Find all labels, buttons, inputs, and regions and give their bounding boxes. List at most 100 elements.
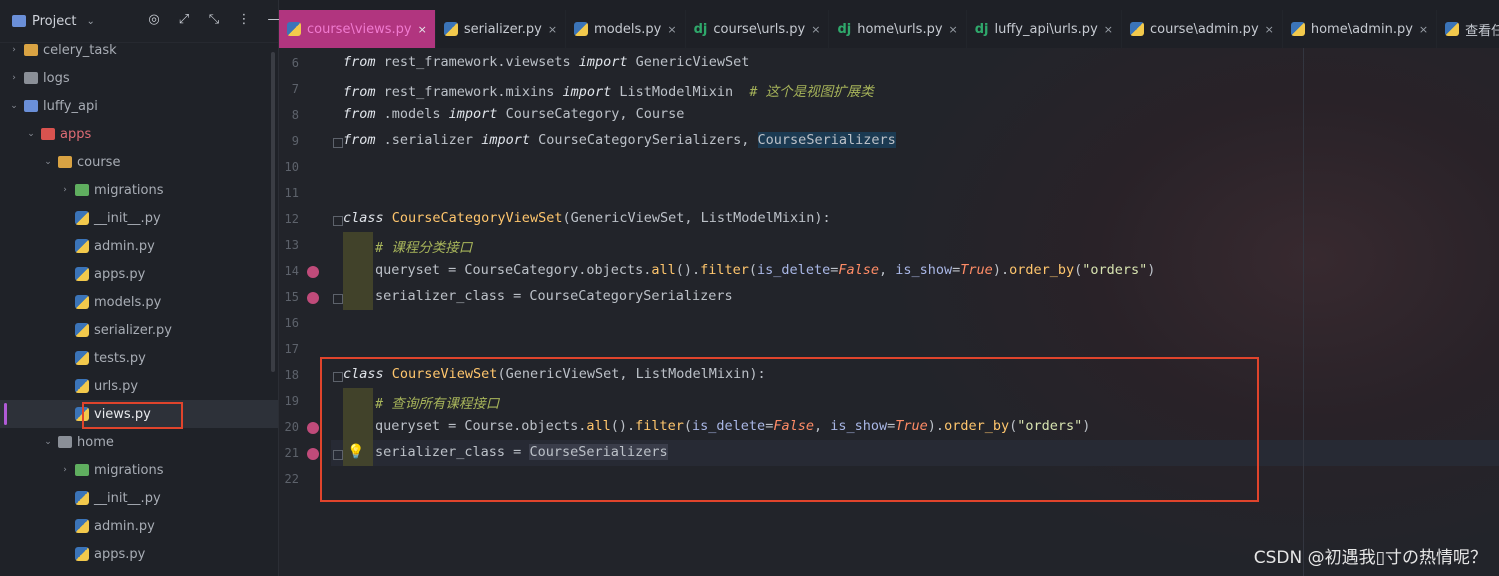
code-line-12: class CourseCategoryViewSet(GenericViewS… (343, 210, 831, 226)
python-file-icon (75, 491, 89, 505)
tree-item-label: logs (43, 70, 70, 86)
line-number: 11 (284, 186, 299, 200)
tree-item-label: luffy_api (43, 98, 98, 114)
chevron-down-icon[interactable]: ⌄ (42, 157, 54, 167)
tab-1[interactable]: serializer.py × (436, 10, 567, 48)
close-icon[interactable]: × (548, 23, 557, 36)
folder-icon (41, 128, 55, 140)
python-file-icon (75, 211, 89, 225)
tree-item[interactable]: __init__.py (0, 204, 278, 232)
tree-item-label: course (77, 154, 121, 170)
expand-icon[interactable]: ⤢ (176, 12, 192, 27)
folder-icon (58, 156, 72, 168)
override-marker-icon[interactable] (307, 266, 319, 278)
options-icon[interactable]: ⋮ (236, 12, 252, 27)
close-icon[interactable]: × (1419, 23, 1428, 36)
tab-label: 查看任务结果.py (1465, 23, 1499, 39)
folder-icon (24, 44, 38, 56)
python-file-icon (75, 295, 89, 309)
tree-item[interactable]: urls.py (0, 372, 278, 400)
project-toolbar: ◎ ⤢ ⤡ ⋮ — (146, 12, 282, 27)
tree-item[interactable]: › migrations (0, 456, 278, 484)
highlight-box (82, 402, 183, 429)
selection-marker (4, 403, 7, 425)
code-line-15: serializer_class = CourseCategorySeriali… (375, 288, 733, 304)
tree-item[interactable]: › migrations (0, 176, 278, 204)
line-number: 15 (284, 290, 299, 304)
tab-4[interactable]: dj home\urls.py × (829, 10, 967, 48)
tree-item-label: home (77, 434, 114, 450)
tab-label: home\urls.py (857, 21, 943, 37)
tab-6[interactable]: course\admin.py × (1122, 10, 1283, 48)
tree-item[interactable]: ⌄ course (0, 148, 278, 176)
line-number: 12 (284, 212, 299, 226)
override-marker-icon[interactable] (307, 422, 319, 434)
editor-tabs: course\views.py × serializer.py × models.py ×… (279, 10, 1499, 48)
python-file-icon (75, 267, 89, 281)
tab-2[interactable]: models.py × (566, 10, 686, 48)
chevron-down-icon[interactable]: ⌄ (86, 16, 94, 27)
tree-item[interactable]: serializer.py (0, 316, 278, 344)
line-number: 17 (284, 342, 299, 356)
tree-item[interactable]: admin.py (0, 232, 278, 260)
tab-7[interactable]: home\admin.py × (1283, 10, 1438, 48)
tree-item[interactable]: models.py (0, 288, 278, 316)
tree-item[interactable]: ⌄ apps (0, 120, 278, 148)
tab-label: course\views.py (307, 21, 412, 37)
chevron-right-icon[interactable]: › (59, 465, 71, 475)
tree-item[interactable]: apps.py (0, 260, 278, 288)
python-file-icon (75, 351, 89, 365)
tree-item[interactable]: › celery_task (0, 36, 278, 64)
tab-5[interactable]: dj luffy_api\urls.py × (967, 10, 1122, 48)
tab-8[interactable]: 查看任务结果.py× (1437, 10, 1499, 48)
locate-icon[interactable]: ◎ (146, 12, 162, 27)
fold-icon[interactable] (333, 138, 343, 148)
line-number: 10 (284, 160, 299, 174)
tree-item[interactable]: apps.py (0, 540, 278, 568)
line-number: 22 (284, 472, 299, 486)
tree-item[interactable]: › logs (0, 64, 278, 92)
collapse-icon[interactable]: ⤡ (206, 12, 222, 27)
tree-item-label: __init__.py (94, 210, 161, 226)
close-icon[interactable]: × (1104, 23, 1113, 36)
tree-item[interactable]: admin.py (0, 512, 278, 540)
tab-3[interactable]: dj course\urls.py × (686, 10, 830, 48)
fold-icon[interactable] (333, 216, 343, 226)
close-icon[interactable]: × (667, 23, 676, 36)
project-icon (12, 15, 26, 27)
sidebar-scrollbar[interactable] (271, 52, 275, 372)
chevron-down-icon[interactable]: ⌄ (42, 437, 54, 447)
python-file-icon (1129, 22, 1144, 36)
python-file-icon (1290, 22, 1305, 36)
chevron-right-icon[interactable]: › (8, 45, 20, 55)
tab-0[interactable]: course\views.py × (279, 10, 436, 48)
python-file-icon (1445, 22, 1460, 36)
fold-icon[interactable] (333, 294, 343, 304)
folder-icon (24, 72, 38, 84)
close-icon[interactable]: × (418, 23, 427, 36)
override-marker-icon[interactable] (307, 448, 319, 460)
tree-item[interactable]: ⌄ home (0, 428, 278, 456)
override-marker-icon[interactable] (307, 292, 319, 304)
close-icon[interactable]: × (949, 23, 958, 36)
tree-item[interactable]: tests.py (0, 344, 278, 372)
chevron-right-icon[interactable]: › (8, 73, 20, 83)
python-file-icon (75, 239, 89, 253)
folder-icon (75, 184, 89, 196)
line-number: 9 (291, 134, 299, 148)
close-icon[interactable]: × (811, 23, 820, 36)
python-file-icon (75, 379, 89, 393)
tree-item-label: tests.py (94, 350, 146, 366)
code-editor[interactable]: 6 7 8 9 10 11 12 13 14 15 16 17 18 19 20 21 22 from rest… (279, 48, 1499, 576)
python-file-icon (75, 323, 89, 337)
folder-icon (75, 464, 89, 476)
line-number: 16 (284, 316, 299, 330)
code-line-9: from .serializer import CourseCategorySe… (343, 132, 896, 148)
tree-item[interactable]: __init__.py (0, 484, 278, 512)
chevron-down-icon[interactable]: ⌄ (25, 129, 37, 139)
chevron-right-icon[interactable]: › (59, 185, 71, 195)
close-icon[interactable]: × (1265, 23, 1274, 36)
django-icon: dj (693, 21, 708, 37)
chevron-down-icon[interactable]: ⌄ (8, 101, 20, 111)
tree-item[interactable]: ⌄ luffy_api (0, 92, 278, 120)
